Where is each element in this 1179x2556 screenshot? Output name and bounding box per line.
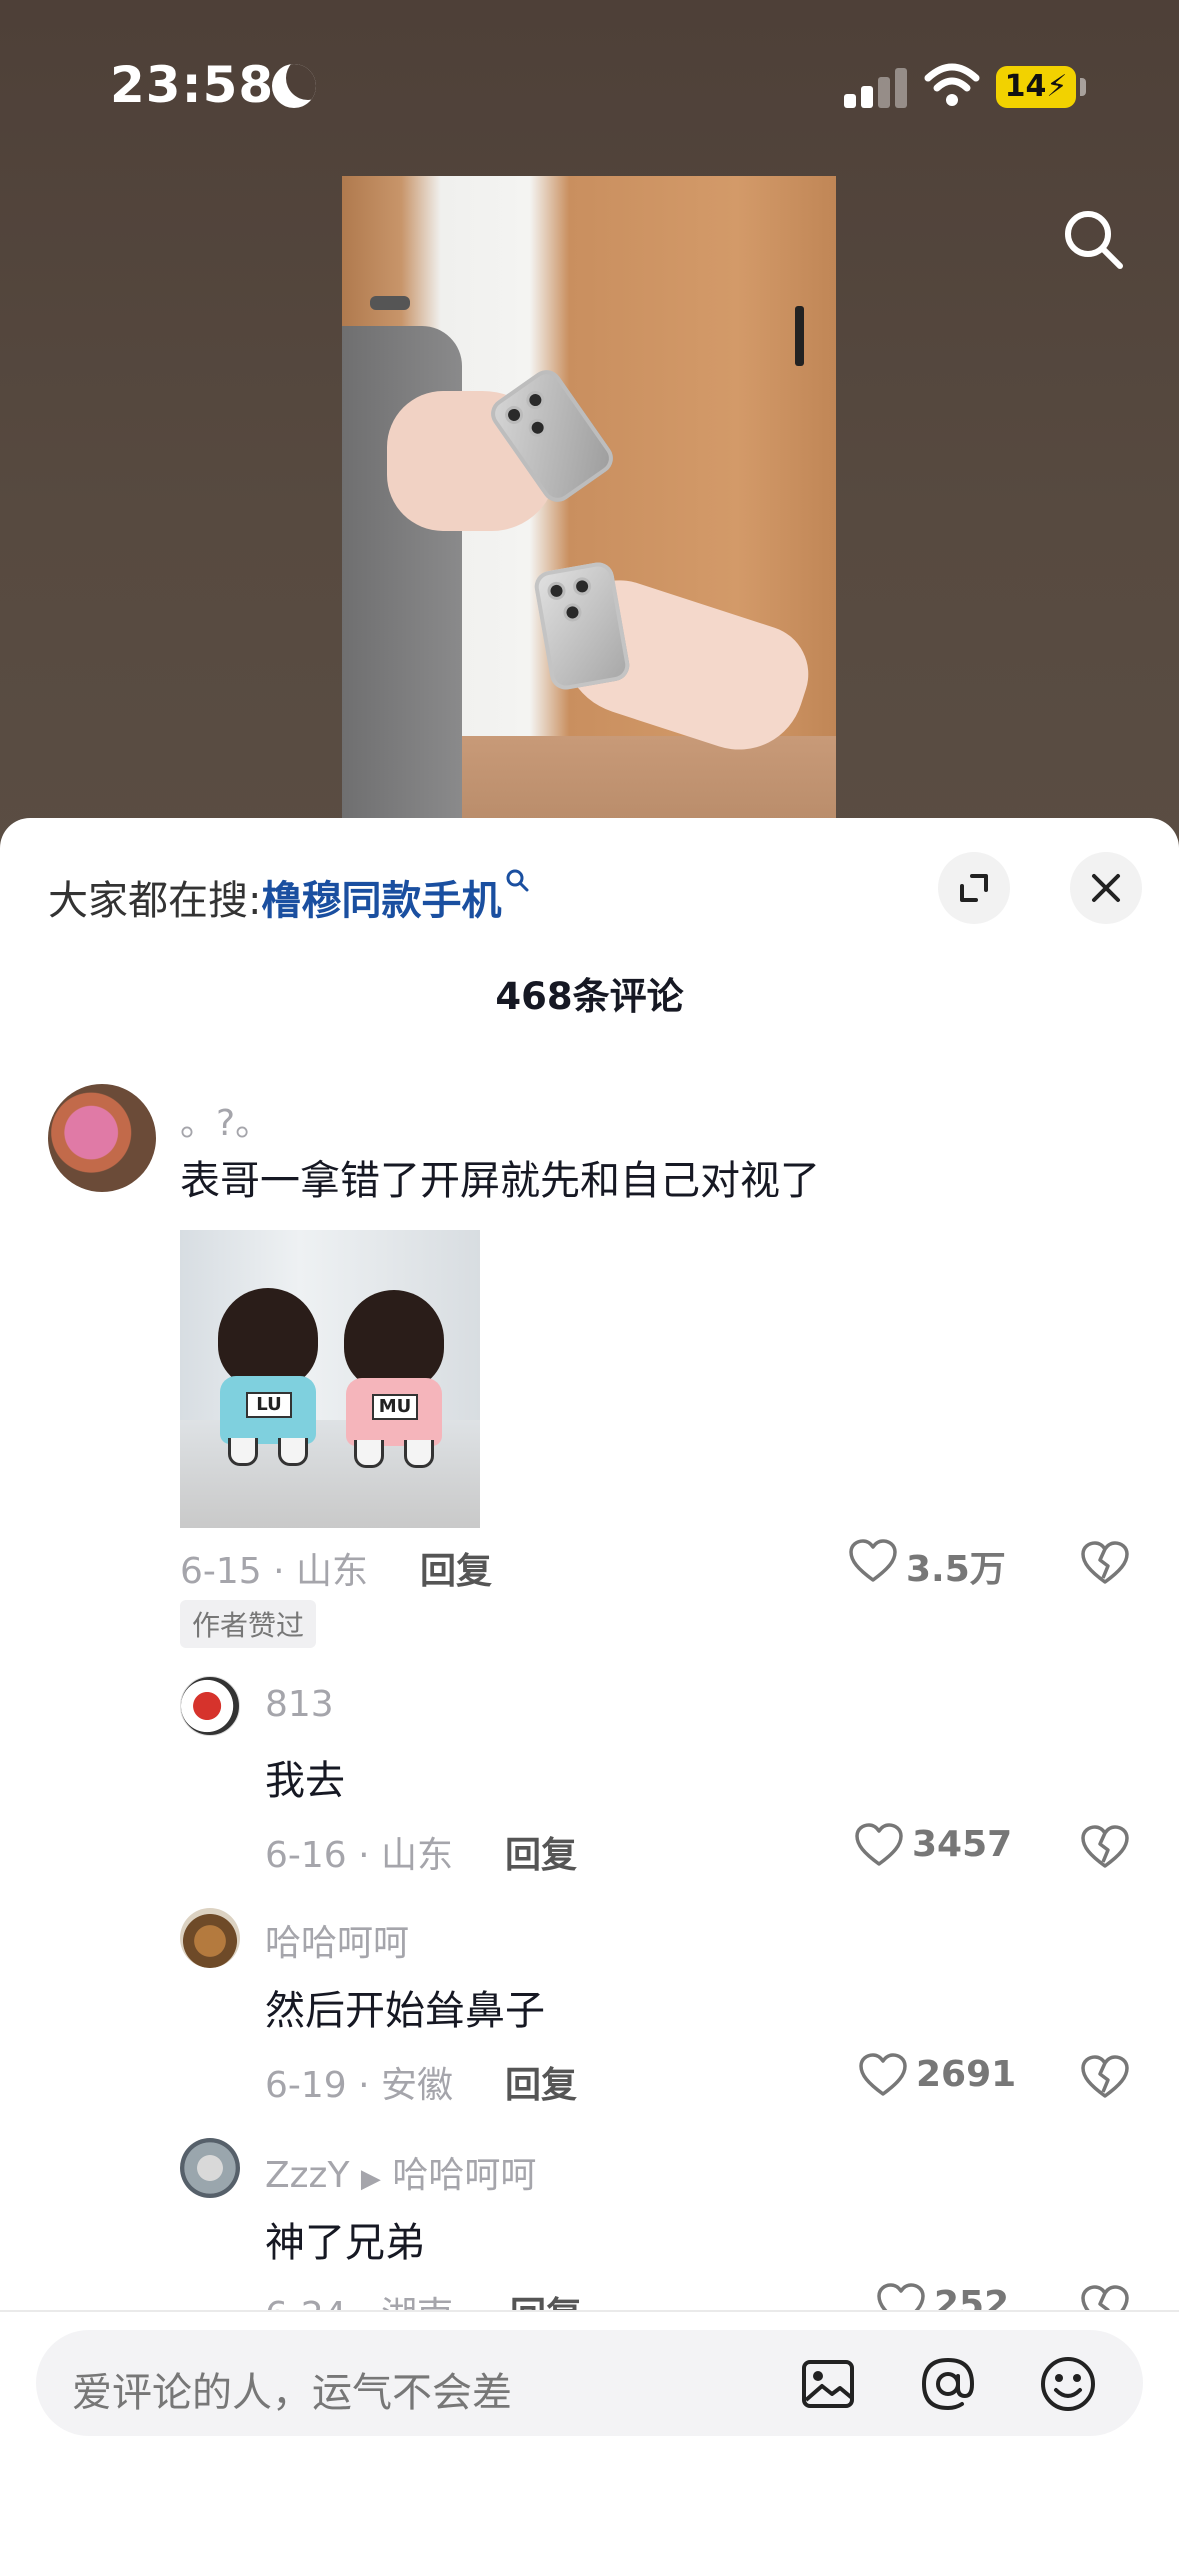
reply-username[interactable]: 813 bbox=[265, 1684, 334, 1725]
comment-input-placeholder: 爱评论的人，运气不会差 bbox=[72, 2370, 512, 2416]
status-time: 23:58 bbox=[110, 56, 275, 114]
like-count: 3457 bbox=[912, 1824, 1013, 1865]
hot-search-prefix: 大家都在搜: bbox=[48, 878, 262, 924]
comment-count-title: 468条评论 bbox=[495, 975, 684, 1018]
reply-button[interactable]: 回复 bbox=[420, 1542, 492, 1594]
reply-button[interactable]: 回复 bbox=[505, 1826, 577, 1878]
comment-input[interactable]: 爱评论的人，运气不会差 bbox=[36, 2330, 1143, 2436]
comment-username[interactable]: 。?。 bbox=[180, 1094, 271, 1146]
video-thumbnail[interactable] bbox=[342, 176, 836, 826]
reply-button[interactable]: 回复 bbox=[505, 2056, 577, 2108]
status-bar: 23:58 14⚡ bbox=[0, 0, 1179, 170]
battery-level: 14⚡ bbox=[1004, 69, 1068, 104]
avatar[interactable] bbox=[180, 1676, 240, 1736]
moon-icon bbox=[272, 64, 316, 108]
comment-date-location: 6-15 · 山东 bbox=[180, 1551, 369, 1592]
like-button[interactable]: 3457 bbox=[854, 1820, 1024, 1870]
hot-search-term[interactable]: 橹穆同款手机 bbox=[261, 878, 501, 924]
reply-username[interactable]: 哈哈呵呵 bbox=[265, 1914, 409, 1966]
image-icon[interactable] bbox=[798, 2354, 858, 2414]
reply-text[interactable]: 然后开始耸鼻子 bbox=[265, 1978, 545, 2036]
dislike-broken-heart-icon[interactable] bbox=[1080, 1540, 1130, 1586]
close-icon bbox=[1092, 874, 1120, 902]
at-icon[interactable] bbox=[918, 2354, 978, 2414]
sticker-tag: MU bbox=[372, 1394, 418, 1420]
expand-icon bbox=[960, 874, 988, 902]
like-button[interactable]: 3.5万 bbox=[848, 1536, 1018, 1590]
close-button[interactable] bbox=[1070, 852, 1142, 924]
like-count: 2691 bbox=[916, 2054, 1017, 2095]
sticker-figure: MU bbox=[344, 1290, 444, 1470]
reply-date-location: 6-19 · 安徽 bbox=[265, 2065, 454, 2106]
avatar[interactable] bbox=[180, 2138, 240, 2198]
hot-search-banner[interactable]: 大家都在搜:橹穆同款手机 bbox=[48, 868, 531, 926]
expand-button[interactable] bbox=[938, 852, 1010, 924]
dislike-broken-heart-icon[interactable] bbox=[1080, 1824, 1130, 1870]
heart-icon bbox=[859, 2053, 907, 2096]
search-icon[interactable] bbox=[1062, 208, 1126, 272]
comment-panel: 大家都在搜:橹穆同款手机 468条评论 。?。 表哥一拿错了开屏就先和自己对视了… bbox=[0, 818, 1179, 2556]
heart-icon bbox=[855, 1823, 903, 1866]
reply-username[interactable]: ZzzY ▶ 哈哈呵呵 bbox=[265, 2146, 536, 2198]
author-liked-badge: 作者赞过 bbox=[180, 1600, 317, 1648]
reply-text[interactable]: 神了兄弟 bbox=[265, 2210, 425, 2268]
signal-icon bbox=[844, 66, 908, 108]
comment-sticker-image[interactable]: LU MU bbox=[180, 1230, 480, 1528]
battery-tip bbox=[1080, 78, 1086, 96]
door-slot bbox=[795, 306, 804, 366]
sticker-tag: LU bbox=[246, 1392, 292, 1418]
door-handle bbox=[370, 296, 410, 310]
like-count: 3.5万 bbox=[906, 1549, 1006, 1590]
dislike-broken-heart-icon[interactable] bbox=[1080, 2054, 1130, 2100]
comment-text[interactable]: 表哥一拿错了开屏就先和自己对视了 bbox=[180, 1148, 820, 1206]
emoji-icon[interactable] bbox=[1038, 2354, 1098, 2414]
heart-icon bbox=[849, 1539, 897, 1582]
divider bbox=[0, 2310, 1179, 2312]
wifi-icon bbox=[924, 63, 980, 106]
reply-date-location: 6-16 · 山东 bbox=[265, 1835, 454, 1876]
reply-text[interactable]: 我去 bbox=[265, 1748, 345, 1806]
search-icon bbox=[506, 869, 529, 892]
like-button[interactable]: 2691 bbox=[858, 2050, 1028, 2100]
avatar[interactable] bbox=[180, 1908, 240, 1968]
sticker-figure: LU bbox=[218, 1288, 318, 1468]
avatar[interactable] bbox=[48, 1084, 156, 1192]
